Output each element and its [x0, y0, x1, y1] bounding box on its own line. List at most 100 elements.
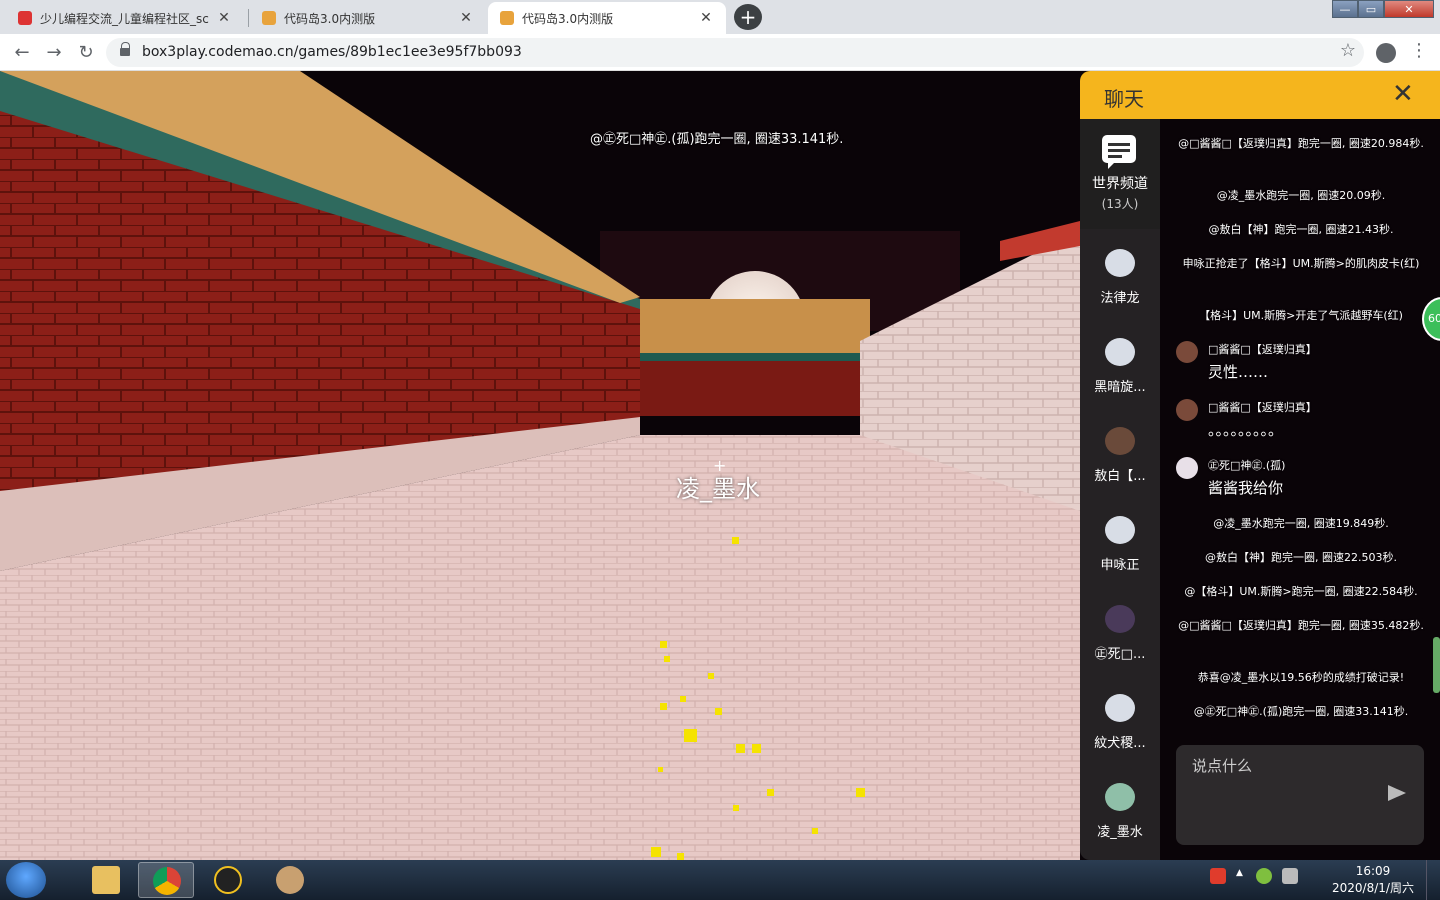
user-name: 黑暗旋...	[1094, 380, 1146, 395]
user-avatar	[1105, 338, 1135, 366]
chat-header: 聊天 ✕	[1080, 71, 1440, 119]
system-message: @敖白【神】跑完一圈, 圈速21.43秒.	[1208, 223, 1394, 236]
chat-title: 聊天	[1104, 87, 1144, 111]
account-avatar-icon[interactable]	[1376, 43, 1396, 63]
message-sender: □酱酱□【返璞归真】	[1208, 343, 1317, 356]
start-button[interactable]	[6, 862, 46, 898]
tab-close-icon[interactable]: ✕	[216, 10, 232, 26]
browser-tab-bar: 少儿编程交流_儿童编程社区_sc ✕ 代码岛3.0内测版 ✕ 代码岛3.0内测版…	[0, 0, 1440, 34]
system-message: 申咏正抢走了【格斗】UM.斯腾>的肌肉皮卡(红)	[1182, 257, 1420, 270]
user-name: 紋犬稷...	[1094, 736, 1146, 751]
message-text: 酱酱我给你	[1208, 479, 1284, 497]
tab-close-icon[interactable]: ✕	[698, 10, 714, 26]
tab-title: 代码岛3.0内测版	[522, 11, 614, 26]
clock-date: 2020/8/1/周六	[1332, 881, 1414, 895]
chat-user-item[interactable]: 紋犬稷...	[1080, 694, 1160, 751]
show-desktop-button[interactable]	[1426, 860, 1440, 900]
tab-box3-1[interactable]: 代码岛3.0内测版 ✕	[250, 2, 486, 34]
minimize-button[interactable]: —	[1332, 0, 1358, 18]
channel-name: 世界频道	[1092, 176, 1148, 192]
user-avatar	[1105, 783, 1135, 811]
qq-penguin-icon	[214, 866, 242, 894]
message-text: 。。。。。。。。。	[1208, 421, 1284, 439]
system-message: 【格斗】UM.斯腾>开走了气派越野车(红)	[1199, 309, 1403, 322]
send-icon[interactable]	[1388, 785, 1406, 801]
tab-title: 少儿编程交流_儿童编程社区_sc	[40, 11, 209, 26]
user-name: 法律龙	[1100, 291, 1140, 306]
system-message: @凌_墨水跑完一圈, 圈速19.849秒.	[1213, 517, 1389, 530]
taskbar-paint[interactable]	[262, 862, 318, 898]
windows-taskbar: ▲ 16:09 2020/8/1/周六	[0, 860, 1440, 900]
bookmark-star-icon[interactable]: ☆	[1340, 40, 1356, 61]
system-message: @□酱酱□【返璞归真】跑完一圈, 圈速35.482秒.	[1178, 619, 1424, 632]
browser-menu-icon[interactable]: ⋮	[1410, 40, 1428, 61]
tab-box3-active[interactable]: 代码岛3.0内测版 ✕	[488, 2, 726, 34]
world-channel-tab[interactable]: 世界频道 (13人)	[1080, 119, 1160, 229]
back-arrow-icon[interactable]: ←	[10, 41, 34, 65]
chat-user-item[interactable]: 凌_墨水	[1080, 783, 1160, 840]
folder-icon	[92, 866, 120, 894]
chat-user-sidebar: 世界频道 (13人) 法律龙 黑暗旋... 敖白【... 申咏正 ㊣死□... …	[1080, 119, 1160, 860]
user-name: 敖白【...	[1094, 469, 1146, 484]
system-message: @【格斗】UM.斯腾>跑完一圈, 圈速22.584秒.	[1184, 585, 1418, 598]
chat-bubble-icon	[1102, 135, 1136, 169]
taskbar-chrome[interactable]	[138, 862, 194, 898]
user-name: ㊣死□...	[1094, 647, 1146, 662]
window-close-button[interactable]: ✕	[1384, 0, 1434, 18]
message-sender: ㊣死□神㊣.(孤)	[1208, 459, 1286, 472]
channel-count: (13人)	[1101, 197, 1139, 211]
tab-codemao-community[interactable]: 少儿编程交流_儿童编程社区_sc ✕	[6, 2, 244, 34]
window-controls: — ▭ ✕	[1332, 0, 1434, 18]
maximize-button[interactable]: ▭	[1358, 0, 1384, 18]
user-avatar	[1105, 694, 1135, 722]
volume-icon[interactable]	[1282, 868, 1298, 884]
player-nametag: 凌_墨水	[676, 475, 760, 503]
tab-close-icon[interactable]: ✕	[458, 10, 474, 26]
user-avatar	[1176, 399, 1198, 421]
taskbar-explorer[interactable]	[78, 862, 134, 898]
system-message: @敖白【神】跑完一圈, 圈速22.503秒.	[1205, 551, 1397, 564]
user-avatar	[1176, 457, 1198, 479]
chat-panel: 聊天 ✕ 世界频道 (13人) 法律龙 黑暗旋... 敖白【... 申咏正 ㊣死…	[1080, 71, 1440, 860]
user-name: 凌_墨水	[1097, 825, 1143, 840]
game-notice: @㊣死□神㊣.(孤)跑完一圈, 圈速33.141秒.	[590, 132, 844, 147]
system-message: 恭喜@凌_墨水以19.56秒的成绩打破记录!	[1197, 671, 1405, 684]
forward-arrow-icon[interactable]: →	[42, 41, 66, 65]
system-message: @凌_墨水跑完一圈, 圈速20.09秒.	[1216, 189, 1386, 202]
system-message: @㊣死□神㊣.(孤)跑完一圈, 圈速33.141秒.	[1193, 705, 1409, 718]
chat-user-item[interactable]: 敖白【...	[1080, 427, 1160, 484]
clock-time: 16:09	[1355, 864, 1391, 878]
network-icon[interactable]	[1256, 868, 1272, 884]
user-avatar	[1105, 249, 1135, 277]
user-avatar	[1105, 516, 1135, 544]
chat-close-icon[interactable]: ✕	[1392, 79, 1414, 109]
chat-input-placeholder: 说点什么	[1192, 757, 1253, 775]
message-sender: □酱酱□【返璞归真】	[1208, 401, 1317, 414]
taskbar-qq[interactable]	[200, 862, 256, 898]
sogou-ime-icon[interactable]	[1210, 868, 1226, 884]
chat-input[interactable]: 说点什么	[1176, 745, 1424, 845]
system-tray: ▲	[1210, 868, 1298, 884]
chat-user-item[interactable]: 申咏正	[1080, 516, 1160, 573]
chat-scrollbar[interactable]	[1433, 637, 1440, 693]
reload-icon[interactable]: ↻	[74, 41, 98, 65]
taskbar-clock[interactable]: 16:09 2020/8/1/周六	[1330, 863, 1416, 897]
box3-favicon-icon	[262, 11, 276, 25]
url-omnibox[interactable]: box3play.codemao.cn/games/89b1ec1ee3e95f…	[106, 38, 1364, 67]
paint-palette-icon	[276, 866, 304, 894]
chat-user-item[interactable]: ㊣死□...	[1080, 605, 1160, 662]
user-avatar	[1176, 341, 1198, 363]
message-text: 灵性……	[1208, 363, 1269, 381]
lock-icon	[120, 42, 130, 57]
tray-expand-icon[interactable]: ▲	[1236, 868, 1246, 884]
url-text[interactable]: box3play.codemao.cn/games/89b1ec1ee3e95f…	[142, 44, 522, 60]
tab-separator	[248, 9, 249, 27]
user-avatar	[1105, 605, 1135, 633]
user-name: 申咏正	[1100, 558, 1140, 573]
user-avatar	[1105, 427, 1135, 455]
chat-user-item[interactable]: 黑暗旋...	[1080, 338, 1160, 395]
new-tab-button[interactable]: +	[734, 4, 762, 30]
chat-user-item[interactable]: 法律龙	[1080, 249, 1160, 306]
codemao-favicon-icon	[18, 11, 32, 25]
tab-title: 代码岛3.0内测版	[284, 11, 376, 26]
